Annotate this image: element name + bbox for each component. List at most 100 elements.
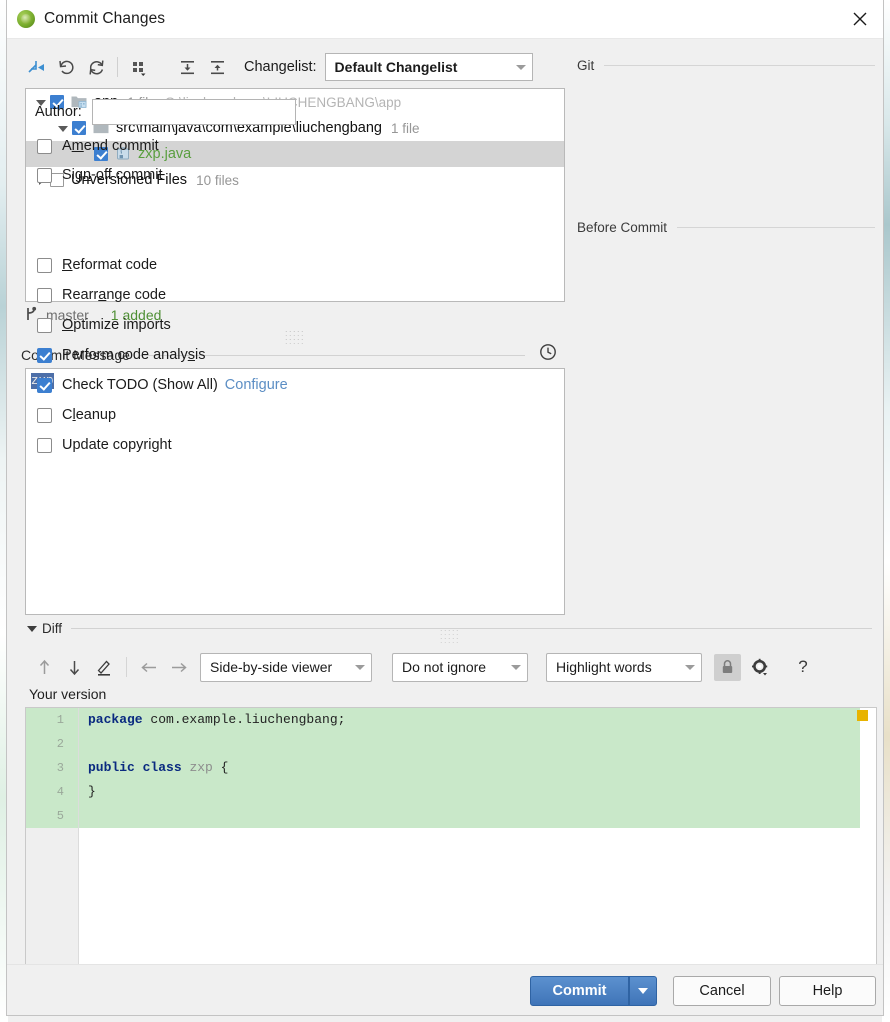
changelist-value: Default Changelist	[334, 59, 458, 75]
checkbox-box[interactable]	[37, 138, 52, 154]
line-number: 4	[56, 785, 64, 799]
highlight-mode-value: Highlight words	[556, 659, 652, 675]
code-line: 3 public class zxp {	[26, 756, 876, 780]
checkbox-box[interactable]	[37, 257, 52, 273]
checkbox-box[interactable]	[37, 437, 52, 453]
ignore-mode-value: Do not ignore	[402, 659, 487, 675]
diff-section-label: Diff	[42, 621, 63, 636]
clock-icon[interactable]	[539, 343, 557, 366]
before-commit-section-label: Before Commit	[577, 220, 668, 235]
code-line: 5	[26, 804, 876, 828]
code-line: 2	[26, 732, 876, 756]
reformat-code-checkbox[interactable]: Reformat code	[37, 257, 157, 273]
highlight-mode-dropdown[interactable]: Highlight words	[546, 652, 702, 682]
chevron-down-icon	[511, 664, 521, 670]
collapse-selection-icon[interactable]	[21, 53, 51, 81]
apply-right-icon[interactable]	[164, 653, 194, 681]
title-bar: Commit Changes	[7, 0, 883, 39]
checkbox-label: Perform code analysis	[62, 347, 206, 363]
checkbox-box[interactable]	[37, 407, 52, 423]
checkbox-box[interactable]	[37, 377, 52, 393]
changelist-label: Changelist:	[244, 59, 317, 75]
checkbox-box[interactable]	[37, 167, 52, 183]
viewer-mode-dropdown[interactable]: Side-by-side viewer	[200, 652, 372, 682]
before-commit-section-header: Before Commit	[577, 220, 875, 235]
intellij-green-icon	[17, 10, 35, 28]
dialog-footer: Commit Cancel Help	[7, 964, 883, 1015]
help-button[interactable]: Help	[779, 976, 876, 1006]
code-lines: 1 package com.example.liuchengbang; 2 3 publ…	[26, 708, 876, 828]
edit-icon[interactable]	[89, 653, 119, 681]
git-section-label: Git	[577, 58, 595, 73]
perform-code-analysis-checkbox[interactable]: Perform code analysis	[37, 347, 205, 363]
toolbar-separator	[117, 57, 118, 77]
commit-button[interactable]: Commit	[530, 976, 629, 1006]
changes-toolbar: Changelist: Default Changelist	[21, 48, 569, 86]
close-icon[interactable]	[837, 0, 883, 37]
configure-link[interactable]: Configure	[225, 377, 288, 393]
line-number: 1	[56, 713, 64, 727]
checkbox-box[interactable]	[37, 317, 52, 333]
checkbox-label: Rearrange code	[62, 287, 167, 303]
update-copyright-checkbox[interactable]: Update copyright	[37, 437, 172, 453]
cancel-button[interactable]: Cancel	[673, 976, 771, 1006]
apply-left-icon[interactable]	[134, 653, 164, 681]
commit-message-input[interactable]: zxp	[25, 368, 565, 615]
author-label: Author:	[35, 104, 82, 120]
checkbox-label: Sign-off commit	[62, 167, 163, 183]
changelist-dropdown[interactable]: Default Changelist	[324, 53, 533, 81]
section-rule	[677, 227, 875, 228]
git-section-header: Git	[577, 58, 875, 73]
commit-changes-dialog: Commit Changes Changelist: Default Chang…	[6, 0, 884, 1016]
revert-icon[interactable]	[51, 53, 81, 81]
lock-icon[interactable]	[714, 653, 741, 681]
sign-off-commit-checkbox[interactable]: Sign-off commit	[37, 167, 163, 183]
refresh-icon[interactable]	[81, 53, 111, 81]
checkbox-label: Reformat code	[62, 257, 158, 273]
window-title: Commit Changes	[44, 10, 166, 27]
tree-item-meta: 10 files	[196, 172, 239, 188]
checkbox-label: Optimize imports	[62, 317, 171, 333]
group-by-icon[interactable]	[124, 53, 154, 81]
code-text: }	[88, 784, 96, 799]
author-row: Author:	[35, 99, 296, 125]
expand-all-icon[interactable]	[172, 53, 202, 81]
checkbox-label: Check TODO (Show All)	[62, 377, 218, 393]
your-version-label: Your version	[29, 686, 107, 702]
code-line: 4}	[26, 780, 876, 804]
code-text: public class zxp {	[88, 760, 229, 775]
diff-toolbar-separator	[126, 657, 127, 677]
diff-scroll-marker[interactable]	[857, 710, 868, 721]
collapse-all-icon[interactable]	[202, 53, 232, 81]
commit-dropdown-button[interactable]	[629, 976, 657, 1006]
diff-splitter-handle[interactable]: ::::::::::	[405, 628, 495, 645]
chevron-down-icon	[515, 64, 526, 70]
tree-item-meta: 1 file	[390, 120, 420, 136]
line-number: 3	[56, 761, 64, 775]
rearrange-code-checkbox[interactable]: Rearrange code	[37, 287, 166, 303]
amend-commit-checkbox[interactable]: Amend commit	[37, 138, 159, 154]
chevron-down-icon	[685, 664, 695, 670]
gear-icon[interactable]	[745, 653, 775, 681]
checkbox-label: Update copyright	[62, 437, 172, 453]
code-line: 1 package com.example.liuchengbang;	[26, 708, 876, 732]
optimize-imports-checkbox[interactable]: Optimize imports	[37, 317, 171, 333]
check-todo-checkbox[interactable]: Check TODO (Show All) Configure	[37, 377, 288, 393]
line-number: 5	[56, 809, 64, 823]
code-text: package com.example.liuchengbang;	[88, 712, 346, 727]
cleanup-checkbox[interactable]: Cleanup	[37, 407, 116, 423]
checkbox-box[interactable]	[37, 347, 52, 363]
diff-code-pane[interactable]: 1 package com.example.liuchengbang; 2 3 publ…	[25, 707, 877, 965]
diff-toolbar: Side-by-side viewer Do not ignore Highli…	[29, 650, 869, 684]
checkbox-label: Cleanup	[62, 407, 117, 423]
section-rule	[604, 65, 875, 66]
screenshot-root: Commit Changes Changelist: Default Chang…	[0, 0, 890, 1022]
ignore-mode-dropdown[interactable]: Do not ignore	[392, 652, 528, 682]
question-mark-icon[interactable]: ?	[791, 653, 815, 681]
viewer-mode-value: Side-by-side viewer	[210, 659, 333, 675]
author-field[interactable]	[91, 99, 296, 125]
next-difference-icon[interactable]	[59, 653, 89, 681]
checkbox-box[interactable]	[37, 287, 52, 303]
previous-difference-icon[interactable]	[29, 653, 59, 681]
chevron-down-icon	[638, 988, 648, 994]
